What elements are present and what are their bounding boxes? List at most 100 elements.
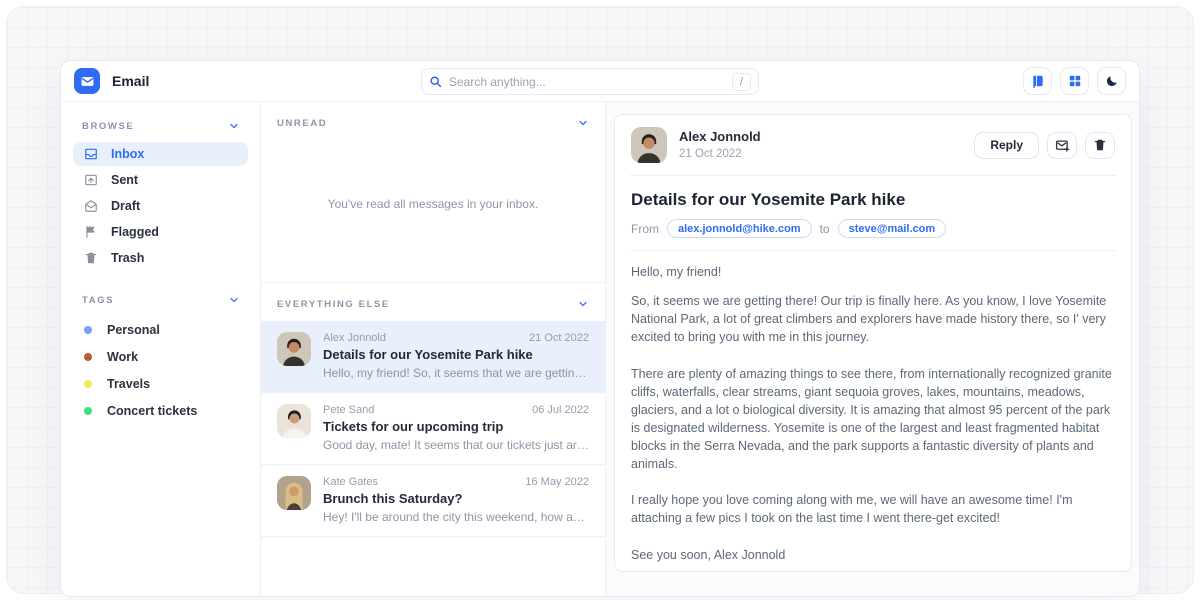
search-icon: [429, 75, 442, 88]
message-subject: Details for our Yosemite Park hike: [631, 190, 1115, 210]
tags-section-header[interactable]: TAGS: [73, 286, 248, 316]
tag-label: Travels: [107, 377, 150, 391]
mail-date: 21 Oct 2022: [529, 332, 589, 344]
tag-label: Personal: [107, 323, 160, 337]
body-paragraph: There are plenty of amazing things to se…: [631, 365, 1115, 474]
tags-label: TAGS: [82, 295, 114, 306]
apps-grid-icon: [1068, 74, 1082, 88]
tag-concert-tickets[interactable]: Concert tickets: [73, 397, 248, 424]
avatar: [277, 404, 311, 438]
chevron-down-icon: [577, 298, 589, 310]
browse-section-header[interactable]: BROWSE: [73, 112, 248, 142]
sender-info: Alex Jonnold 21 Oct 2022: [679, 129, 761, 162]
mail-date: 16 May 2022: [525, 476, 589, 488]
mail-subject: Details for our Yosemite Park hike: [323, 347, 589, 362]
sidebar-item-draft[interactable]: Draft: [73, 194, 248, 218]
unread-empty-message: You've read all messages in your inbox.: [261, 140, 605, 268]
search-bar[interactable]: /: [421, 68, 759, 95]
body-paragraph: See you soon, Alex Jonnold: [631, 546, 1115, 564]
mail-preview: Hey! I'll be around the city this weeken…: [323, 510, 589, 524]
app-header: Email /: [61, 61, 1139, 102]
tag-label: Work: [107, 350, 138, 364]
email-logo: [74, 68, 100, 94]
mail-subject: Tickets for our upcoming trip: [323, 419, 589, 434]
mail-icon: [80, 74, 95, 89]
forward-mail-button[interactable]: [1047, 132, 1077, 159]
envelope-open-icon: [84, 199, 98, 213]
chevron-down-icon: [228, 120, 240, 132]
sidebar-item-inbox[interactable]: Inbox: [73, 142, 248, 166]
dark-mode-button[interactable]: [1097, 67, 1126, 95]
everything-else-section-header[interactable]: EVERYTHING ELSE: [261, 283, 605, 321]
mail-item-content: Pete Sand 06 Jul 2022 Tickets for our up…: [323, 404, 589, 452]
unread-label: UNREAD: [277, 118, 327, 129]
sidebar-item-label: Draft: [111, 199, 140, 213]
sidebar-item-flagged[interactable]: Flagged: [73, 220, 248, 244]
tag-personal[interactable]: Personal: [73, 316, 248, 343]
sender-name: Kate Gates: [323, 476, 378, 488]
chevron-down-icon: [228, 294, 240, 306]
sidebar-item-label: Sent: [111, 173, 138, 187]
apps-button[interactable]: [1060, 67, 1089, 95]
header-actions: [1023, 67, 1126, 95]
avatar: [277, 476, 311, 510]
body-paragraph: Hello, my friend!: [631, 263, 1115, 281]
search-input[interactable]: [449, 75, 725, 89]
mail-preview: Hello, my friend! So, it seems that we a…: [323, 366, 589, 380]
chevron-down-icon: [577, 117, 589, 129]
mail-list-item-alex[interactable]: Alex Jonnold 21 Oct 2022 Details for our…: [261, 321, 605, 393]
avatar: [631, 127, 667, 163]
notebook-button[interactable]: [1023, 67, 1052, 95]
sender-name: Alex Jonnold: [323, 332, 386, 344]
delete-mail-button[interactable]: [1085, 132, 1115, 159]
trash-icon: [1093, 138, 1107, 152]
browse-label: BROWSE: [82, 121, 134, 132]
tag-work[interactable]: Work: [73, 343, 248, 370]
avatar: [277, 332, 311, 366]
envelope-plus-icon: [1055, 138, 1070, 153]
to-label: to: [820, 222, 830, 236]
mail-subject: Brunch this Saturday?: [323, 491, 589, 506]
unread-section-header[interactable]: UNREAD: [261, 102, 605, 140]
body-paragraph: So, it seems we are getting there! Our t…: [631, 292, 1115, 346]
reply-button[interactable]: Reply: [974, 132, 1039, 159]
tag-label: Concert tickets: [107, 404, 197, 418]
message-body: Hello, my friend! So, it seems we are ge…: [631, 263, 1115, 564]
from-email-pill[interactable]: alex.jonnold@hike.com: [667, 219, 812, 238]
tag-travels[interactable]: Travels: [73, 370, 248, 397]
to-email-pill[interactable]: steve@mail.com: [838, 219, 947, 238]
sent-icon: [84, 173, 98, 187]
mail-item-content: Kate Gates 16 May 2022 Brunch this Satur…: [323, 476, 589, 524]
divider: [631, 175, 1115, 176]
sidebar-item-sent[interactable]: Sent: [73, 168, 248, 192]
moon-icon: [1105, 74, 1119, 88]
body-paragraph: I really hope you love coming along with…: [631, 491, 1115, 527]
trash-icon: [84, 251, 98, 265]
app-body: BROWSE Inbox Sent: [61, 102, 1139, 596]
tag-dot-orange: [84, 353, 92, 361]
sidebar-item-label: Inbox: [111, 147, 144, 161]
app-title: Email: [112, 73, 149, 89]
message-actions: Reply: [974, 132, 1115, 159]
mail-list-item-pete[interactable]: Pete Sand 06 Jul 2022 Tickets for our up…: [261, 393, 605, 465]
mail-date: 06 Jul 2022: [532, 404, 589, 416]
tag-dot-blue: [84, 326, 92, 334]
search-shortcut-badge: /: [732, 73, 751, 91]
sidebar-item-trash[interactable]: Trash: [73, 246, 248, 270]
inbox-icon: [84, 147, 98, 161]
from-to-row: From alex.jonnold@hike.com to steve@mail…: [631, 219, 1115, 238]
flag-icon: [84, 225, 98, 239]
sidebar-item-label: Trash: [111, 251, 144, 265]
tags-section: TAGS Personal Work Travels: [73, 286, 248, 424]
message-detail-panel: Alex Jonnold 21 Oct 2022 Reply: [606, 102, 1139, 596]
message-list-column: UNREAD You've read all messages in your …: [261, 102, 606, 596]
mail-item-content: Alex Jonnold 21 Oct 2022 Details for our…: [323, 332, 589, 380]
sender-name: Alex Jonnold: [679, 129, 761, 145]
message-card: Alex Jonnold 21 Oct 2022 Reply: [614, 114, 1132, 572]
message-header: Alex Jonnold 21 Oct 2022 Reply: [631, 127, 1115, 163]
mail-list-item-kate[interactable]: Kate Gates 16 May 2022 Brunch this Satur…: [261, 465, 605, 537]
from-label: From: [631, 222, 659, 236]
email-app-window: Email /: [60, 60, 1140, 597]
everything-else-label: EVERYTHING ELSE: [277, 299, 390, 310]
notebook-icon: [1031, 74, 1045, 88]
